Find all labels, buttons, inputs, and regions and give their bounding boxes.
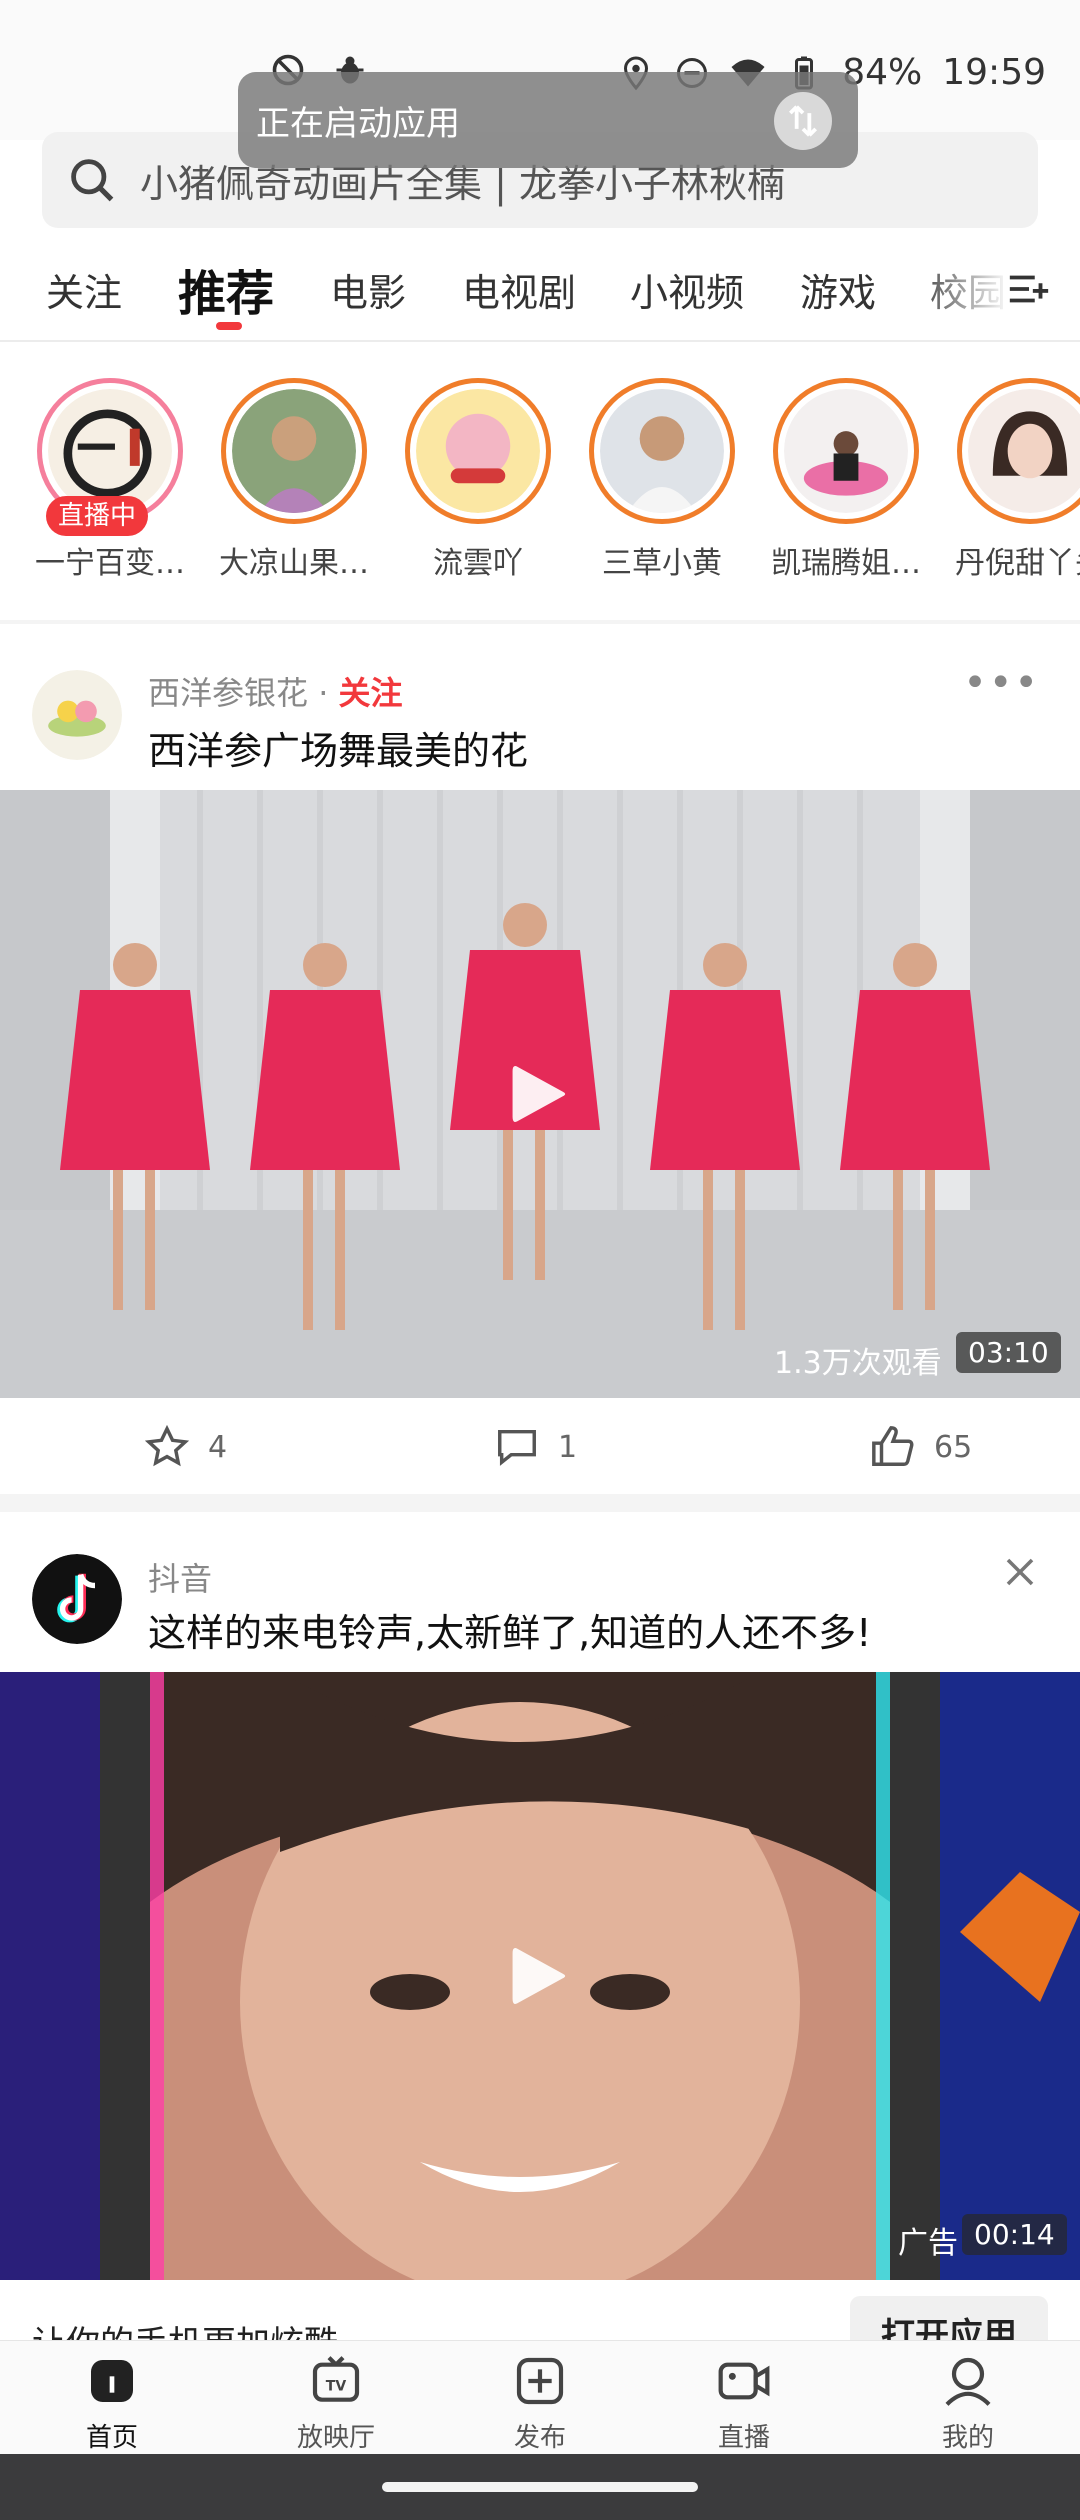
thumbs-up-icon	[872, 1426, 914, 1466]
more-options-icon[interactable]: •••	[963, 660, 1040, 706]
ad-title[interactable]: 这样的来电铃声,太新鲜了,知道的人还不多!	[148, 1602, 871, 1657]
like-action[interactable]: 65	[870, 1424, 972, 1470]
author-separator: ·	[308, 674, 339, 712]
nav-me[interactable]: 我的	[898, 2353, 1038, 2454]
open-app-button[interactable]: 打开应用	[850, 2296, 1048, 2340]
close-icon[interactable]	[1002, 1554, 1038, 1590]
story-name: 丹倪甜丫头	[955, 546, 1080, 581]
avatar	[784, 389, 908, 513]
author-avatar[interactable]	[32, 670, 122, 760]
nav-label: 我的	[941, 2423, 994, 2453]
ad-duration: 00:14	[962, 2214, 1067, 2255]
tab-follow[interactable]: 关注	[46, 262, 122, 317]
avatar	[48, 389, 172, 513]
tv-icon: TV	[312, 2356, 360, 2402]
story-row: 直播中 一宁百变… 大凉山果… 流雲吖 三草小黄 凯瑞腾姐… 丹倪甜丫	[0, 378, 1080, 588]
nav-label: 放映厅	[296, 2423, 375, 2453]
section-divider	[0, 620, 1080, 624]
douyin-logo-icon[interactable]	[32, 1554, 122, 1644]
video-duration: 03:10	[956, 1332, 1061, 1373]
story-name: 凯瑞腾姐…	[771, 546, 921, 581]
star-icon	[144, 1424, 190, 1467]
play-icon[interactable]	[512, 1944, 568, 2008]
live-camera-icon	[718, 2362, 770, 2400]
post-author-line: 西洋参银花 · 关注	[148, 668, 403, 714]
follow-button[interactable]: 关注	[339, 674, 403, 712]
nav-theater[interactable]: TV 放映厅	[266, 2353, 406, 2454]
video-player[interactable]: 1.3万次观看 03:10	[0, 790, 1080, 1398]
ad-video-player[interactable]: 广告 00:14	[0, 1672, 1080, 2280]
story-ring	[405, 378, 551, 524]
tab-tv-series[interactable]: 电视剧	[462, 262, 576, 317]
avatar	[968, 389, 1080, 513]
nav-label: 直播	[717, 2423, 770, 2453]
story-ring	[589, 378, 735, 524]
tab-short-video[interactable]: 小视频	[630, 262, 744, 317]
story-item[interactable]: 三草小黄	[570, 378, 754, 582]
post-title[interactable]: 西洋参广场舞最美的花	[148, 720, 528, 775]
play-icon[interactable]	[512, 1062, 568, 1126]
comment-count: 1	[558, 1429, 578, 1465]
launching-toast: 正在启动应用	[238, 72, 858, 168]
tab-fade	[910, 250, 1010, 330]
comment-icon	[498, 1429, 536, 1466]
story-name: 一宁百变…	[35, 546, 185, 581]
author-name[interactable]: 西洋参银花	[148, 674, 308, 712]
tab-games[interactable]: 游戏	[800, 262, 876, 317]
bottom-nav: 首页 TV 放映厅 发布 直播 我的	[0, 2340, 1080, 2454]
ad-label: 广告	[898, 2226, 958, 2261]
clock: 19:59	[942, 52, 1046, 93]
story-item[interactable]: 直播中 一宁百变…	[18, 378, 202, 582]
tabs-divider	[0, 340, 1080, 342]
ad-footer: 让你的手机更加炫酷 打开应用	[0, 2280, 1080, 2340]
live-badge: 直播中	[46, 496, 148, 536]
toast-text: 正在启动应用	[256, 103, 460, 144]
view-count: 1.3万次观看	[774, 1346, 942, 1381]
app-screen: 84% 19:59 正在启动应用 小猪佩奇动画片全集 | 龙拳小子林秋楠 关注 …	[0, 0, 1080, 2520]
section-divider	[0, 1494, 1080, 1512]
story-item[interactable]: 大凉山果…	[202, 378, 386, 582]
story-name: 流雲吖	[433, 546, 523, 581]
nav-label: 发布	[513, 2423, 566, 2453]
gesture-bar	[0, 2454, 1080, 2520]
favorite-action[interactable]: 4	[144, 1424, 227, 1470]
story-item[interactable]: 丹倪甜丫头	[938, 378, 1080, 582]
ad-tagline: 让你的手机更加炫酷	[32, 2316, 338, 2340]
profile-icon	[945, 2357, 991, 2406]
nav-live[interactable]: 直播	[674, 2353, 814, 2454]
story-name: 三草小黄	[602, 546, 722, 581]
svg-text:TV: TV	[326, 2378, 347, 2394]
comment-action[interactable]: 1	[494, 1424, 577, 1470]
home-indicator[interactable]	[382, 2482, 698, 2492]
channel-edit-icon[interactable]	[1006, 266, 1052, 312]
story-ring	[957, 378, 1080, 524]
search-icon	[71, 159, 114, 202]
story-item[interactable]: 流雲吖	[386, 378, 570, 582]
like-count: 65	[934, 1429, 973, 1465]
favorite-count: 4	[208, 1429, 228, 1465]
nav-publish[interactable]: 发布	[470, 2353, 610, 2454]
post-actions: 4 1 65	[0, 1400, 1080, 1496]
nav-home[interactable]: 首页	[42, 2353, 182, 2454]
story-name: 大凉山果…	[219, 546, 369, 581]
story-ring	[773, 378, 919, 524]
home-icon	[91, 2360, 133, 2402]
active-tab-indicator	[216, 322, 242, 330]
avatar	[600, 389, 724, 513]
swap-icon	[774, 92, 832, 150]
avatar	[232, 389, 356, 513]
tab-movie[interactable]: 电影	[330, 262, 406, 317]
tab-recommend[interactable]: 推荐	[178, 254, 274, 324]
avatar	[416, 389, 540, 513]
story-item[interactable]: 凯瑞腾姐…	[754, 378, 938, 582]
ad-author[interactable]: 抖音	[148, 1554, 212, 1600]
add-icon	[516, 2357, 564, 2405]
nav-label: 首页	[85, 2423, 138, 2453]
story-ring	[221, 378, 367, 524]
